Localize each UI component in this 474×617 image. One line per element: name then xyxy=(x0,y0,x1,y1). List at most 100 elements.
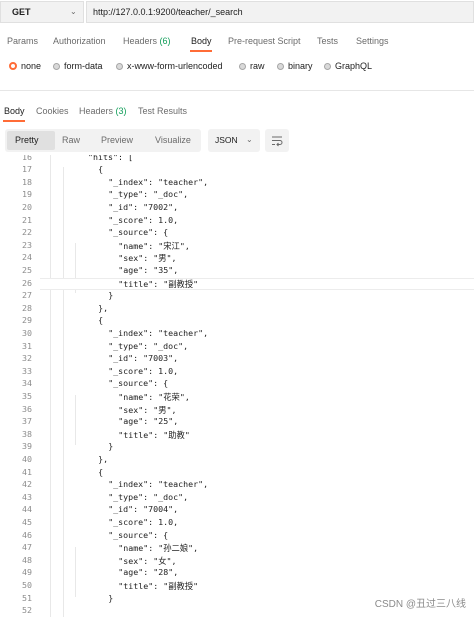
tab-headers[interactable]: Headers (6) xyxy=(123,36,171,46)
method-select[interactable]: GET ⌄ xyxy=(0,1,84,23)
line-number: 20 xyxy=(22,201,32,212)
line-text: "age": "28", xyxy=(118,567,179,578)
response-body-viewer[interactable]: 16 "hits": [17 {18 "_index": "teacher", 19 "_… xyxy=(0,155,474,617)
line-text: "name": "孙二娘", xyxy=(118,543,199,554)
code-line: 20 "_id": "7002", xyxy=(0,202,474,215)
tab-body[interactable]: Body xyxy=(191,36,212,46)
response-tabs: Body Cookies Headers (3) Test Results xyxy=(0,106,474,122)
radio-binary[interactable]: binary xyxy=(277,61,313,71)
code-line: 31 "_type": "_doc", xyxy=(0,341,474,354)
wrap-lines-button[interactable] xyxy=(265,129,289,152)
response-view-toolbar: Pretty Raw Preview Visualize JSON ⌄ xyxy=(0,129,474,153)
radio-raw[interactable]: raw xyxy=(239,61,265,71)
line-text: "sex": "女", xyxy=(118,555,177,566)
line-number: 17 xyxy=(22,164,32,175)
line-text: "_id": "7003", xyxy=(108,353,179,364)
code-line: 23 "name": "宋江", xyxy=(0,240,474,253)
code-line: 47 "name": "孙二娘", xyxy=(0,542,474,555)
line-text: { xyxy=(98,466,104,477)
radio-binary-label: binary xyxy=(288,61,313,71)
url-input[interactable]: http://127.0.0.1:9200/teacher/_search xyxy=(86,1,474,23)
code-line: 45 "_score": 1.0, xyxy=(0,517,474,530)
line-text: "_type": "_doc", xyxy=(108,491,189,502)
line-number: 28 xyxy=(22,302,32,313)
radio-graphql[interactable]: GraphQL xyxy=(324,61,372,71)
line-number: 26 xyxy=(22,277,32,288)
line-number: 45 xyxy=(22,516,32,527)
code-line: 41 { xyxy=(0,467,474,480)
line-number: 43 xyxy=(22,491,32,502)
view-visualize-button[interactable]: Visualize xyxy=(155,135,191,145)
radio-icon xyxy=(116,62,123,70)
line-number: 47 xyxy=(22,542,32,553)
line-number: 24 xyxy=(22,252,32,263)
line-number: 41 xyxy=(22,466,32,477)
line-number: 52 xyxy=(22,605,32,616)
line-number: 50 xyxy=(22,579,32,590)
code-line: 33 "_score": 1.0, xyxy=(0,366,474,379)
code-line: 34 "_source": { xyxy=(0,378,474,391)
code-line: 17 { xyxy=(0,164,474,177)
code-line: 38 "title": "助教" xyxy=(0,429,474,442)
line-number: 44 xyxy=(22,504,32,515)
response-tab-cookies[interactable]: Cookies xyxy=(36,106,69,116)
watermark: CSDN @丑过三八线 xyxy=(374,599,466,610)
view-preview-button[interactable]: Preview xyxy=(101,135,133,145)
line-text: "age": "25", xyxy=(118,416,179,427)
code-line: 35 "name": "花荣", xyxy=(0,391,474,404)
line-number: 37 xyxy=(22,416,32,427)
line-text: "age": "35", xyxy=(118,264,179,275)
code-line: 28}, xyxy=(0,303,474,316)
response-tab-headers[interactable]: Headers (3) xyxy=(79,106,127,116)
line-number: 18 xyxy=(22,176,32,187)
request-tabs: Params Authorization Headers (6) Body Pr… xyxy=(0,36,474,52)
code-line: 25 "age": "35", xyxy=(0,265,474,278)
radio-form-data[interactable]: form-data xyxy=(53,61,103,71)
tab-settings[interactable]: Settings xyxy=(356,36,389,46)
format-select[interactable]: JSON ⌄ xyxy=(208,129,260,152)
line-number: 23 xyxy=(22,239,32,250)
code-line: 29 { xyxy=(0,315,474,328)
code-line: 42 "_index": "teacher", xyxy=(0,479,474,492)
tab-tests[interactable]: Tests xyxy=(317,36,338,46)
code-line: 19 "_type": "_doc", xyxy=(0,189,474,202)
line-number: 32 xyxy=(22,353,32,364)
tab-params[interactable]: Params xyxy=(7,36,38,46)
radio-raw-label: raw xyxy=(250,61,265,71)
response-tab-test-results[interactable]: Test Results xyxy=(138,106,187,116)
line-number: 30 xyxy=(22,327,32,338)
code-line: 44 "_id": "7004", xyxy=(0,504,474,517)
line-text: "_score": 1.0, xyxy=(108,365,179,376)
response-tab-body[interactable]: Body xyxy=(4,106,25,116)
line-text: "name": "宋江", xyxy=(118,240,190,251)
line-text: "sex": "男", xyxy=(118,253,177,264)
line-text: "_id": "7004", xyxy=(108,504,179,515)
method-label: GET xyxy=(12,7,31,17)
view-pretty-button[interactable]: Pretty xyxy=(15,135,39,145)
tab-authorization[interactable]: Authorization xyxy=(53,36,106,46)
code-line: 48 "sex": "女", xyxy=(0,555,474,568)
code-line: 16 "hits": [ xyxy=(0,155,474,164)
line-text: "_score": 1.0, xyxy=(108,214,179,225)
code-line: 50 "title": "副教授" xyxy=(0,580,474,593)
tab-headers-label: Headers xyxy=(123,36,158,46)
line-text: } xyxy=(108,592,114,603)
line-text: { xyxy=(98,164,104,175)
radio-graphql-label: GraphQL xyxy=(335,61,373,71)
line-text: } xyxy=(108,441,114,452)
view-raw-button[interactable]: Raw xyxy=(62,135,80,145)
line-text: }, xyxy=(98,453,109,464)
radio-none-label: none xyxy=(21,61,42,71)
section-divider xyxy=(0,90,474,91)
line-text: "_index": "teacher", xyxy=(108,327,209,338)
line-number: 39 xyxy=(22,441,32,452)
radio-urlencoded[interactable]: x-www-form-urlencoded xyxy=(116,61,223,71)
line-number: 46 xyxy=(22,529,32,540)
request-bar: GET ⌄ http://127.0.0.1:9200/teacher/_sea… xyxy=(0,0,474,24)
radio-icon xyxy=(53,62,60,70)
tab-pre-request-script[interactable]: Pre-request Script xyxy=(228,36,301,46)
code-line: 27} xyxy=(0,290,474,303)
radio-none[interactable]: none xyxy=(9,61,41,71)
active-tab-indicator xyxy=(190,50,212,52)
code-line: 30 "_index": "teacher", xyxy=(0,328,474,341)
